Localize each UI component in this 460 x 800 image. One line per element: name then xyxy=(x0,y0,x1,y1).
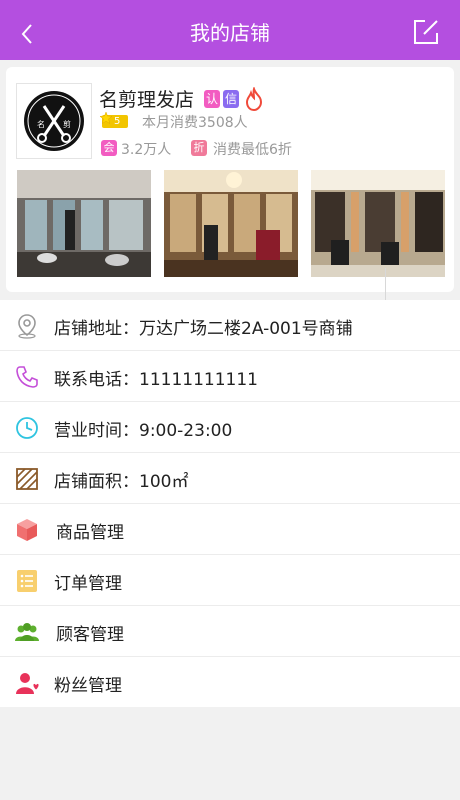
address-row[interactable]: 店铺地址：万达广场二楼2A-001号商铺 xyxy=(0,300,460,351)
hours-label: 营业时间： xyxy=(54,421,139,441)
address-label: 店铺地址： xyxy=(54,319,139,339)
discount-tag: 折 xyxy=(191,140,207,156)
member-tag: 会 xyxy=(101,140,117,156)
top-bar: 我的店铺 xyxy=(0,0,460,60)
area-label: 店铺面积： xyxy=(54,472,139,492)
area-icon xyxy=(16,468,38,490)
shop-info-list: 店铺地址：万达广场二楼2A-001号商铺 联系电话：11111111111 营业… xyxy=(0,300,460,707)
logo-text-right: 剪 xyxy=(63,119,71,129)
location-pin-icon xyxy=(18,314,36,339)
shop-card[interactable]: 名 剪 名剪理发店 认 信 5 本月消费3508人 会 3.2万人 折 消费最低… xyxy=(6,67,454,292)
hours-value: 9:00-23:00 xyxy=(139,421,233,441)
shop-logo: 名 剪 xyxy=(16,83,92,159)
salon-photo-2[interactable] xyxy=(164,170,298,277)
box-icon xyxy=(17,519,37,541)
star-icon xyxy=(100,112,112,124)
phone-value: 11111111111 xyxy=(139,370,258,390)
order-list-icon xyxy=(17,570,37,592)
menu-orders-label: 订单管理 xyxy=(54,574,122,594)
edit-icon[interactable] xyxy=(412,18,440,46)
address-value: 万达广场二楼2A-001号商铺 xyxy=(139,319,353,339)
monthly-consumption: 本月消费3508人 xyxy=(142,115,248,131)
page-title: 我的店铺 xyxy=(190,21,270,45)
customers-icon xyxy=(15,623,39,641)
phone-label: 联系电话： xyxy=(54,370,139,390)
shop-name: 名剪理发店 xyxy=(99,89,195,111)
salon-photo-1[interactable] xyxy=(17,170,151,277)
scissors-logo-icon: 名 剪 xyxy=(24,91,84,151)
salon-photo-3[interactable] xyxy=(311,170,445,277)
fire-icon xyxy=(245,87,263,111)
member-count: 3.2万人 xyxy=(121,142,172,158)
menu-products-label: 商品管理 xyxy=(56,523,124,543)
hours-row[interactable]: 营业时间：9:00-23:00 xyxy=(0,402,460,453)
phone-icon xyxy=(16,366,38,388)
phone-row[interactable]: 联系电话：11111111111 xyxy=(0,351,460,402)
clock-icon xyxy=(16,417,38,439)
logo-text-left: 名 xyxy=(37,119,45,129)
fans-icon xyxy=(16,673,40,694)
menu-customers-label: 顾客管理 xyxy=(56,625,124,645)
menu-customers[interactable]: 顾客管理 xyxy=(0,606,460,657)
menu-products[interactable]: 商品管理 xyxy=(0,504,460,555)
menu-fans-label: 粉丝管理 xyxy=(54,676,122,696)
certified-badge: 认 xyxy=(204,90,220,108)
area-value: 100㎡ xyxy=(139,472,189,492)
area-row[interactable]: 店铺面积：100㎡ xyxy=(0,453,460,504)
trust-badge: 信 xyxy=(223,90,239,108)
menu-fans[interactable]: 粉丝管理 xyxy=(0,657,460,707)
discount-text: 消费最低6折 xyxy=(213,142,292,158)
menu-orders[interactable]: 订单管理 xyxy=(0,555,460,606)
